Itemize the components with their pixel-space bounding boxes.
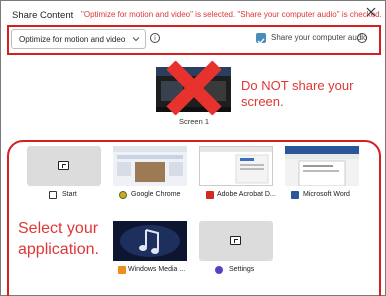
share-audio-info-icon[interactable]: i <box>357 33 367 43</box>
acrobat-icon <box>206 191 214 199</box>
media-player-preview <box>113 221 187 261</box>
media-player-icon <box>118 266 126 274</box>
chrome-icon <box>119 191 127 199</box>
chrome-preview <box>113 146 187 182</box>
app-label-media-player[interactable]: Windows Media ... <box>128 266 185 273</box>
app-tile-media-player[interactable] <box>113 221 187 261</box>
share-audio-label: Share your computer audio <box>271 33 368 42</box>
screen-warning-line2: screen. <box>241 94 284 109</box>
window-icon <box>230 236 241 245</box>
red-x-icon <box>166 61 222 115</box>
optimize-dropdown-value: Optimize for motion and video <box>19 35 126 44</box>
settings-icon <box>215 266 223 274</box>
chevron-down-icon <box>132 37 140 42</box>
app-tile-start[interactable] <box>27 146 101 186</box>
checkmark-icon <box>257 38 265 45</box>
share-audio-checkbox[interactable] <box>256 33 266 45</box>
app-label-acrobat[interactable]: Adobe Acrobat D... <box>217 191 276 198</box>
screen-warning-line1: Do NOT share your <box>241 78 354 93</box>
word-icon <box>291 191 299 199</box>
app-instruction-line2: application. <box>18 241 99 258</box>
acrobat-preview <box>200 147 272 184</box>
annotation-caption: "Optimize for motion and video" is selec… <box>81 10 382 19</box>
app-tile-word[interactable] <box>285 146 359 186</box>
app-tile-settings[interactable] <box>199 221 273 261</box>
app-tile-acrobat[interactable] <box>199 146 273 186</box>
app-instruction-line1: Select your <box>18 220 99 237</box>
share-content-dialog: Share Content "Optimize for motion and v… <box>0 0 386 296</box>
app-label-word[interactable]: Microsoft Word <box>303 191 350 198</box>
window-icon <box>58 161 69 170</box>
close-icon[interactable] <box>365 6 377 18</box>
dialog-title: Share Content <box>12 10 74 21</box>
optimize-dropdown[interactable]: Optimize for motion and video <box>11 29 146 49</box>
app-label-settings[interactable]: Settings <box>229 266 254 273</box>
window-icon <box>49 191 57 199</box>
app-tile-chrome[interactable] <box>113 146 187 186</box>
app-label-chrome[interactable]: Google Chrome <box>131 191 180 198</box>
screen-1-label: Screen 1 <box>179 117 210 126</box>
word-preview <box>285 146 359 186</box>
optimize-info-icon[interactable]: i <box>150 33 160 43</box>
app-label-start[interactable]: Start <box>62 191 77 198</box>
